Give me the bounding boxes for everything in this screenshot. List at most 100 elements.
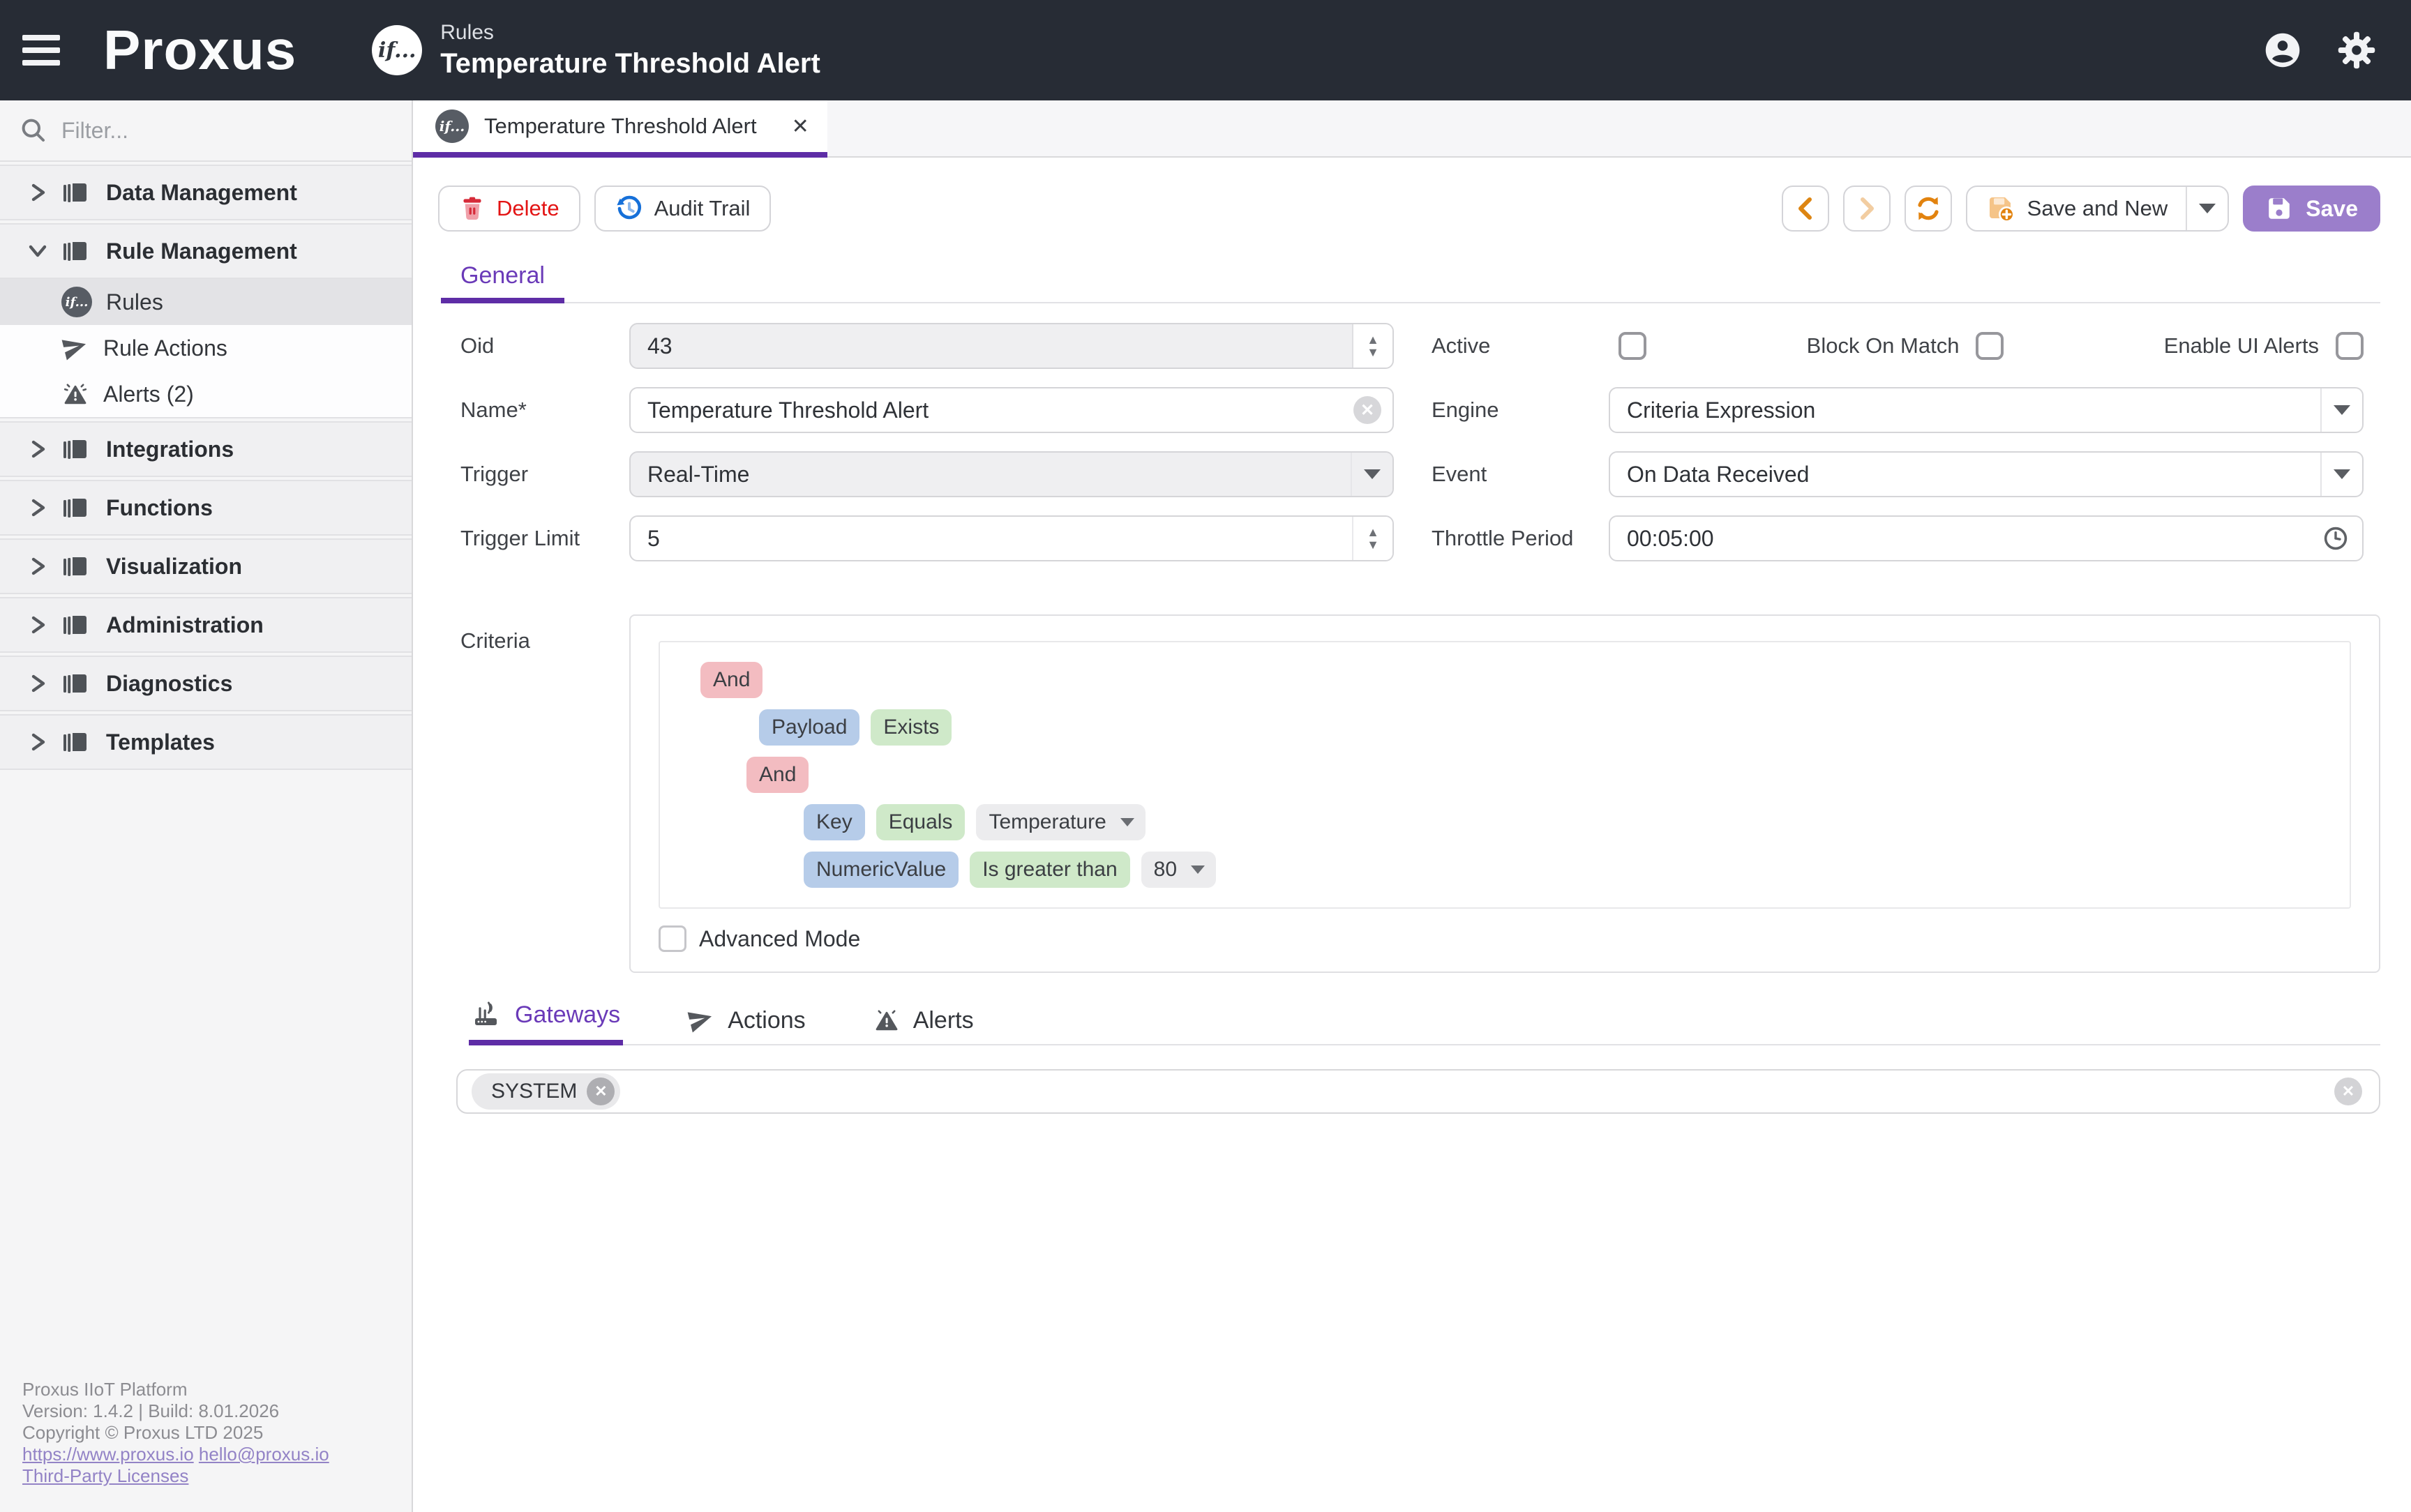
criteria-field-payload[interactable]: Payload [759,709,859,746]
version-info: Version: 1.4.2 | Build: 8.01.2026 [22,1400,412,1422]
module-stack-icon [61,179,89,206]
tab-general[interactable]: General [441,262,564,303]
sidebar-item-rule-management[interactable]: Rule Management [0,223,412,279]
criteria-tree: And Payload Exists And Key Equals [659,641,2351,909]
chevron-down-icon [28,240,47,262]
rule-if-icon: if... [372,25,422,75]
remove-gateway-icon[interactable]: ✕ [587,1078,615,1105]
tab-actions[interactable]: Actions [684,1006,809,1045]
sidebar-item-rule-actions[interactable]: Rule Actions [0,325,412,371]
alert-triangle-icon [873,1006,901,1034]
sidebar-item-administration[interactable]: Administration [0,597,412,653]
history-icon [615,195,643,222]
tab-gateways[interactable]: Gateways [469,1001,623,1045]
document-tab-strip: if... Temperature Threshold Alert ✕ [413,100,2411,158]
trigger-select[interactable]: Real-Time [629,451,1394,497]
name-field[interactable]: Temperature Threshold Alert ✕ [629,387,1394,433]
settings-gear-icon[interactable] [2336,29,2378,71]
trigger-label: Trigger [460,462,629,487]
throttle-period-label: Throttle Period [1432,526,1609,551]
criteria-operator-and-nested[interactable]: And [746,757,809,793]
criteria-op-greater-than[interactable]: Is greater than [970,852,1129,888]
criteria-field-key[interactable]: Key [804,804,865,840]
trash-icon [459,195,486,222]
criteria-operator-and[interactable]: And [700,662,763,698]
module-stack-icon [61,670,89,697]
hamburger-menu-icon[interactable] [17,20,78,81]
dropdown-icon [1191,865,1205,874]
trigger-limit-spinner[interactable]: ▲▼ [1352,517,1392,560]
clock-icon[interactable] [2322,524,2350,552]
sidebar-item-diagnostics[interactable]: Diagnostics [0,656,412,711]
sidebar-filter [0,100,412,162]
chevron-right-icon [28,614,47,636]
oid-field[interactable]: 43 ▲▼ [629,323,1394,369]
audit-trail-button[interactable]: Audit Trail [594,186,772,232]
rule-if-icon: if... [435,109,469,143]
refresh-button[interactable] [1905,186,1952,232]
website-link[interactable]: https://www.proxus.io [22,1444,194,1465]
save-plus-icon [1985,193,2016,224]
save-and-new-split-button: Save and New [1966,186,2230,232]
active-checkbox[interactable] [1618,332,1646,360]
next-record-button[interactable] [1843,186,1891,232]
paper-plane-icon [687,1006,715,1034]
tab-temperature-threshold-alert[interactable]: if... Temperature Threshold Alert ✕ [413,100,827,158]
sidebar-item-visualization[interactable]: Visualization [0,538,412,594]
criteria-op-exists[interactable]: Exists [871,709,952,746]
sidebar-item-rules[interactable]: if... Rules [0,279,412,325]
block-on-match-checkbox[interactable] [1976,332,2004,360]
criteria-label: Criteria [460,614,629,973]
trigger-dropdown-icon[interactable] [1351,453,1392,496]
criteria-op-equals[interactable]: Equals [876,804,966,840]
block-on-match-label: Block On Match [1807,333,1960,358]
throttle-period-field[interactable]: 00:05:00 [1609,515,2364,561]
chevron-left-icon [1794,196,1817,221]
user-account-icon[interactable] [2263,31,2302,70]
detail-tabs: General [441,262,2380,303]
licenses-link[interactable]: Third-Party Licenses [22,1465,188,1486]
enable-ui-alerts-checkbox[interactable] [2336,332,2364,360]
sidebar-item-functions[interactable]: Functions [0,480,412,536]
page-title: Temperature Threshold Alert [440,47,820,80]
criteria-value-temperature[interactable]: Temperature [976,804,1145,840]
chevron-right-icon [28,555,47,577]
tab-alerts[interactable]: Alerts [870,1006,977,1045]
previous-record-button[interactable] [1782,186,1829,232]
event-select[interactable]: On Data Received [1609,451,2364,497]
engine-dropdown-icon[interactable] [2320,388,2362,432]
breadcrumb-section: Rules [440,21,820,45]
tab-close-icon[interactable]: ✕ [792,114,809,139]
trigger-limit-label: Trigger Limit [460,526,629,551]
dropdown-icon [1120,818,1134,826]
criteria-value-80[interactable]: 80 [1141,852,1216,888]
oid-spinner[interactable]: ▲▼ [1352,324,1392,368]
sidebar-item-alerts[interactable]: Alerts (2) [0,371,412,417]
trigger-limit-field[interactable]: 5 ▲▼ [629,515,1394,561]
relation-tabs: Gateways Actions Alert [469,1001,2380,1045]
sidebar-item-templates[interactable]: Templates [0,714,412,770]
save-options-dropdown[interactable] [2186,187,2228,230]
sidebar-item-data-management[interactable]: Data Management [0,165,412,220]
delete-button[interactable]: Delete [438,186,580,232]
name-label: Name* [460,398,629,423]
event-dropdown-icon[interactable] [2320,453,2362,496]
chevron-right-icon [28,731,47,753]
save-and-new-button[interactable]: Save and New [1967,187,2186,230]
email-link[interactable]: hello@proxus.io [199,1444,329,1465]
clear-name-icon[interactable]: ✕ [1353,396,1381,424]
save-button[interactable]: Save [2243,186,2380,232]
top-bar: Proxus if... Rules Temperature Threshold… [0,0,2411,100]
gateways-multiselect[interactable]: SYSTEM ✕ ✕ [456,1069,2380,1114]
module-stack-icon [61,552,89,580]
advanced-mode-checkbox[interactable] [659,925,686,952]
sidebar-item-integrations[interactable]: Integrations [0,421,412,477]
engine-select[interactable]: Criteria Expression [1609,387,2364,433]
filter-input[interactable] [61,118,368,144]
toolbar: Delete Audit Trail [438,186,2380,232]
sidebar-footer: Proxus IIoT Platform Version: 1.4.2 | Bu… [0,1379,412,1512]
criteria-field-numericvalue[interactable]: NumericValue [804,852,959,888]
sidebar: Data Management Rule Management if... Ru… [0,100,413,1512]
router-icon [472,1001,502,1029]
clear-gateways-icon[interactable]: ✕ [2334,1078,2362,1105]
